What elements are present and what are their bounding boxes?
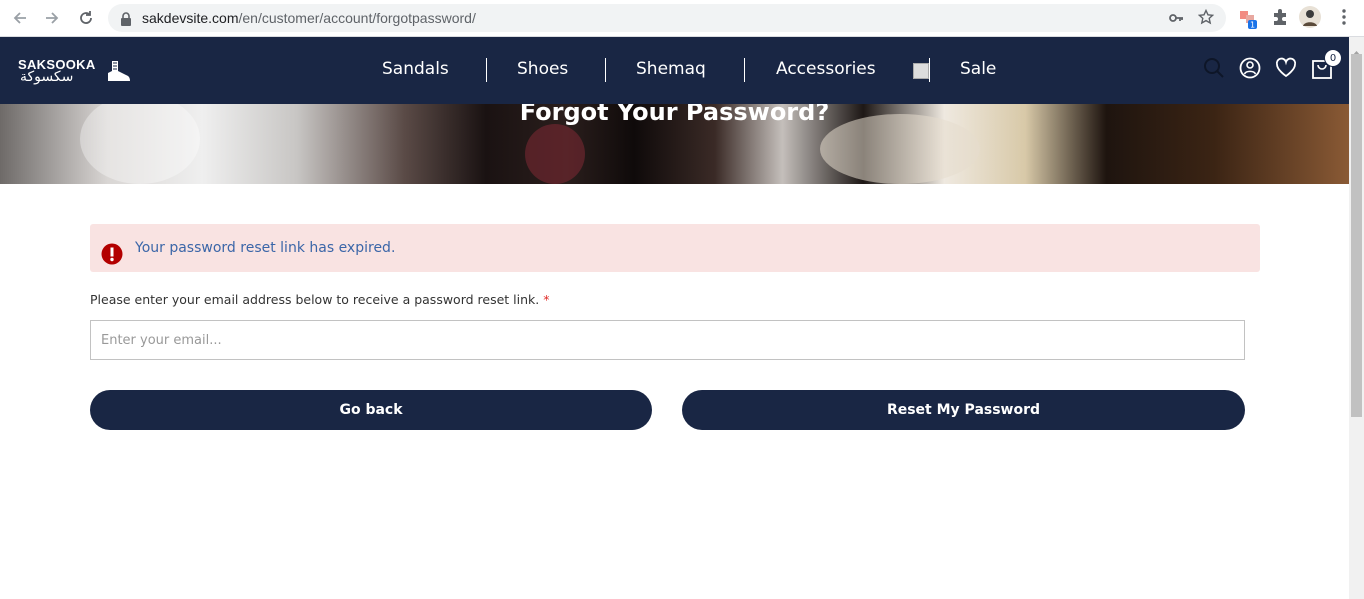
menu-item-accessories[interactable]: Accessories [776,59,876,79]
alert-message: Your password reset link has expired. [135,240,396,256]
url-text: sakdevsite.com/en/customer/account/forgo… [142,10,476,26]
profile-avatar-icon[interactable] [1299,6,1321,32]
lock-icon [120,11,132,30]
saksooka-logo[interactable]: SAKSOOKA سكسوكة [18,57,134,87]
hero-banner: Forgot Your Password? [0,104,1349,184]
error-icon [101,243,123,269]
search-icon[interactable] [1203,57,1225,83]
extension-icon[interactable]: 1 [1239,8,1259,34]
reset-password-button[interactable]: Reset My Password [682,390,1245,430]
required-asterisk: * [543,292,550,307]
menu-item-shoes[interactable]: Shoes [517,59,568,79]
user-account-icon[interactable] [1239,57,1261,83]
reload-icon[interactable] [74,6,98,30]
menu-divider [929,58,930,82]
browser-toolbar: sakdevsite.com/en/customer/account/forgo… [0,0,1364,37]
bookmark-star-icon[interactable] [1197,8,1215,29]
menu-divider [744,58,745,82]
scrollbar-thumb[interactable] [1351,54,1362,417]
go-back-button[interactable]: Go back [90,390,652,430]
menu-item-sale[interactable]: Sale [960,59,996,79]
key-icon[interactable] [1168,10,1184,30]
email-field-label: Please enter your email address below to… [90,292,549,307]
page-scrollbar[interactable] [1349,37,1364,599]
page-title: Forgot Your Password? [519,104,830,126]
menu-divider [486,58,487,82]
error-alert: Your password reset link has expired. [90,224,1260,272]
logo-arabic-text: سكسوكة [20,69,74,85]
back-arrow-icon[interactable] [8,6,32,30]
broken-image-icon [913,63,929,79]
menu-item-sandals[interactable]: Sandals [382,59,449,79]
extension-badge: 1 [1250,21,1255,30]
more-vert-icon[interactable] [1337,8,1351,30]
email-field[interactable] [90,320,1245,360]
menu-divider [605,58,606,82]
menu-item-shemaq[interactable]: Shemaq [636,59,706,79]
forward-arrow-icon[interactable] [40,6,64,30]
site-header: SAKSOOKA سكسوكة Sandals Shoes Shemaq Acc… [0,37,1349,104]
address-bar[interactable]: sakdevsite.com/en/customer/account/forgo… [108,4,1226,32]
wishlist-heart-icon[interactable] [1275,57,1297,83]
email-label-text: Please enter your email address below to… [90,292,540,307]
logo-shoe-icon [106,59,132,87]
puzzle-icon[interactable] [1271,8,1289,30]
cart-count-badge: 0 [1324,49,1342,67]
